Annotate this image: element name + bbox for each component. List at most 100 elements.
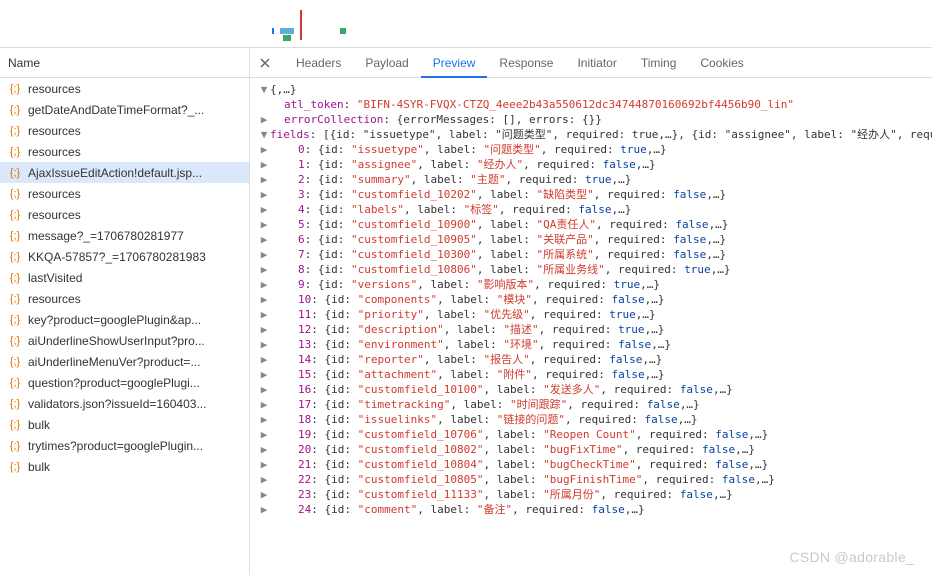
network-timeline[interactable] [0,0,932,48]
expand-icon[interactable]: ▶ [258,112,270,127]
tab-headers[interactable]: Headers [284,48,353,78]
expand-icon[interactable]: ▶ [258,232,270,247]
tab-payload[interactable]: Payload [353,48,420,78]
braces-icon: {;} [8,355,22,369]
json-node[interactable]: 20: {id: "customfield_10802", label: "bu… [298,442,755,457]
json-node[interactable]: errorCollection: {errorMessages: [], err… [284,112,602,127]
json-node[interactable]: 1: {id: "assignee", label: "经办人", requir… [298,157,656,172]
json-node[interactable]: 23: {id: "customfield_11133", label: "所属… [298,487,733,502]
collapse-icon[interactable]: ▼ [258,127,270,142]
json-node[interactable]: 15: {id: "attachment", label: "附件", requ… [298,367,664,382]
request-row[interactable]: {;}KKQA-57857?_=1706780281983 [0,246,249,267]
json-node[interactable]: 12: {id: "description", label: "描述", req… [298,322,664,337]
expand-icon[interactable]: ▶ [258,502,270,517]
request-name: AjaxIssueEditAction!default.jsp... [28,166,202,180]
json-node[interactable]: 9: {id: "versions", label: "影响版本", requi… [298,277,660,292]
request-row[interactable]: {;}bulk [0,456,249,477]
json-node[interactable]: 3: {id: "customfield_10202", label: "缺陷类… [298,187,726,202]
expand-icon[interactable]: ▶ [258,292,270,307]
json-node[interactable]: 24: {id: "comment", label: "备注", require… [298,502,645,517]
expand-icon[interactable]: ▶ [258,262,270,277]
request-name: trytimes?product=googlePlugin... [28,439,203,453]
request-row[interactable]: {;}resources [0,288,249,309]
request-row[interactable]: {;}resources [0,78,249,99]
json-node[interactable]: fields: [{id: "issuetype", label: "问题类型"… [270,127,932,142]
json-node[interactable]: 11: {id: "priority", label: "优先级", requi… [298,307,656,322]
expand-icon[interactable]: ▶ [258,472,270,487]
expand-icon[interactable]: ▶ [258,217,270,232]
request-row[interactable]: {;}resources [0,120,249,141]
json-node[interactable]: 2: {id: "summary", label: "主题", required… [298,172,631,187]
expand-icon[interactable]: ▶ [258,382,270,397]
json-node[interactable]: 19: {id: "customfield_10706", label: "Re… [298,427,768,442]
expand-icon[interactable]: ▶ [258,307,270,322]
request-row[interactable]: {;}trytimes?product=googlePlugin... [0,435,249,456]
braces-icon: {;} [8,271,22,285]
request-row[interactable]: {;}aiUnderlineShowUserInput?pro... [0,330,249,351]
request-row[interactable]: {;}resources [0,183,249,204]
close-icon[interactable] [256,54,274,72]
tab-cookies[interactable]: Cookies [688,48,755,78]
expand-icon[interactable]: ▶ [258,352,270,367]
request-row[interactable]: {;}getDateAndDateTimeFormat?_... [0,99,249,120]
expand-icon[interactable]: ▶ [258,202,270,217]
expand-icon[interactable]: ▶ [258,427,270,442]
json-node[interactable]: 4: {id: "labels", label: "标签", required:… [298,202,631,217]
expand-icon[interactable]: ▶ [258,457,270,472]
json-node[interactable]: 10: {id: "components", label: "模块", requ… [298,292,664,307]
tab-initiator[interactable]: Initiator [565,48,628,78]
request-name: lastVisited [28,271,82,285]
expand-icon[interactable]: ▶ [258,142,270,157]
request-row[interactable]: {;} lastVisited [0,267,249,288]
json-node[interactable]: 0: {id: "issuetype", label: "问题类型", requ… [298,142,667,157]
request-name: getDateAndDateTimeFormat?_... [28,103,204,117]
request-row[interactable]: {;}bulk [0,414,249,435]
braces-icon: {;} [8,124,22,138]
json-node[interactable]: 22: {id: "customfield_10805", label: "bu… [298,472,775,487]
expand-icon[interactable]: ▶ [258,367,270,382]
tab-preview[interactable]: Preview [421,48,488,78]
request-row[interactable]: {;}resources [0,204,249,225]
request-row[interactable]: {;}resources [0,141,249,162]
json-node[interactable]: 5: {id: "customfield_10900", label: "QA责… [298,217,728,232]
expand-icon[interactable]: ▶ [258,397,270,412]
request-row[interactable]: {;}AjaxIssueEditAction!default.jsp... [0,162,249,183]
json-node[interactable]: 17: {id: "timetracking", label: "时间跟踪", … [298,397,700,412]
request-row[interactable]: {;}validators.json?issueId=160403... [0,393,249,414]
request-name: aiUnderlineShowUserInput?pro... [28,334,205,348]
json-node[interactable]: 8: {id: "customfield_10806", label: "所属业… [298,262,731,277]
request-list-header[interactable]: Name [0,48,249,78]
json-node[interactable]: 18: {id: "issuelinks", label: "链接的问题", r… [298,412,697,427]
column-header-name: Name [8,56,40,70]
json-node[interactable]: 14: {id: "reporter", label: "报告人", requi… [298,352,662,367]
braces-icon: {;} [8,418,22,432]
expand-icon[interactable]: ▶ [258,172,270,187]
expand-icon[interactable]: ▶ [258,277,270,292]
braces-icon: {;} [8,397,22,411]
preview-json-tree[interactable]: ▼{,…}atl_token: "BIFN-4SYR-FVQX-CTZQ_4ee… [250,78,932,575]
collapse-icon[interactable]: ▼ [258,82,270,97]
expand-icon[interactable]: ▶ [258,247,270,262]
json-node[interactable]: {,…} [270,82,297,97]
json-node[interactable]: 7: {id: "customfield_10300", label: "所属系… [298,247,726,262]
request-row[interactable]: {;}aiUnderlineMenuVer?product=... [0,351,249,372]
request-row[interactable]: {;}key?product=googlePlugin&ap... [0,309,249,330]
braces-icon: {;} [8,229,22,243]
json-node[interactable]: 21: {id: "customfield_10804", label: "bu… [298,457,768,472]
expand-icon[interactable]: ▶ [258,442,270,457]
json-node[interactable]: 6: {id: "customfield_10905", label: "关联产… [298,232,726,247]
json-node[interactable]: 16: {id: "customfield_10100", label: "发送… [298,382,733,397]
request-row[interactable]: {;}message?_=1706780281977 [0,225,249,246]
tab-timing[interactable]: Timing [629,48,689,78]
json-node[interactable]: 13: {id: "environment", label: "环境", req… [298,337,671,352]
expand-icon[interactable]: ▶ [258,337,270,352]
expand-icon[interactable]: ▶ [258,157,270,172]
expand-icon[interactable]: ▶ [258,487,270,502]
request-name: resources [28,292,81,306]
expand-icon[interactable]: ▶ [258,187,270,202]
expand-icon[interactable]: ▶ [258,412,270,427]
json-node[interactable]: atl_token: "BIFN-4SYR-FVQX-CTZQ_4eee2b43… [284,97,794,112]
tab-response[interactable]: Response [487,48,565,78]
request-row[interactable]: {;}question?product=googlePlugi... [0,372,249,393]
expand-icon[interactable]: ▶ [258,322,270,337]
